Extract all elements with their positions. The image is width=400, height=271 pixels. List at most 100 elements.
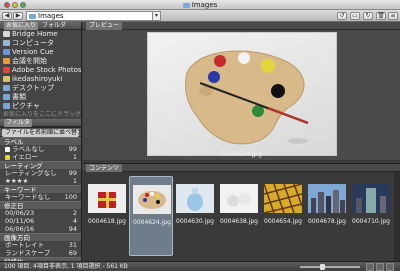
filter-row[interactable]: ポートレイト 31 — [0, 241, 81, 249]
thumbnail-caption: 0004678.jpg — [308, 218, 346, 225]
label-color-swatch — [5, 155, 10, 160]
home-icon — [3, 76, 10, 82]
bridge-icon — [3, 31, 10, 37]
favorite-label: デスクトップ — [12, 84, 54, 92]
preview-image — [147, 32, 337, 156]
filter-list: ラベル ラベルなし 99 イエロー 1 レーティング レーティングなし 99 ★★★★ 1 キーワー… — [0, 137, 81, 266]
thumbnail-caption: 0004618.jpg — [88, 218, 126, 225]
favorite-item[interactable]: Adobe Stock Photos — [0, 66, 81, 75]
filter-row[interactable]: イエロー 1 — [0, 153, 81, 161]
filter-label: レーティングなし — [5, 169, 57, 177]
filter-toolbar: ファイルを名前順に並べ替え — [0, 127, 81, 137]
content-panel: 0004618.jpg 0004624.jpg 0004630.jpg 0004638… — [83, 172, 400, 261]
favorite-label: Bridge Home — [12, 30, 58, 38]
filter-group-header[interactable]: ラベル — [0, 137, 81, 146]
filter-label: イエロー — [12, 153, 38, 161]
filter-group-header[interactable]: キーワード — [0, 185, 81, 194]
favorite-label: ピクチャ — [12, 102, 40, 110]
filter-row[interactable]: ランドスケープ 69 — [0, 249, 81, 257]
favorites-list: Bridge Home コンピュータ Version Cue 会議を開始 Adobe S… — [0, 30, 81, 111]
thumbnail-image — [133, 185, 171, 214]
thumbnail-item[interactable]: 0004624.jpg — [129, 176, 173, 256]
favorite-label: 書類 — [12, 93, 26, 101]
content-panel-header: コンテンツ — [83, 163, 400, 173]
view-filmstrip-button[interactable] — [376, 263, 384, 271]
filter-row[interactable]: ★★★★ 1 — [0, 177, 81, 185]
window-title-text: Images — [191, 1, 218, 9]
filter-count: 99 — [68, 169, 77, 177]
thumbnail-image — [88, 184, 126, 213]
filter-row[interactable]: 06/06/16 94 — [0, 225, 81, 233]
trash-button[interactable]: 🗑 — [376, 12, 386, 20]
sort-select[interactable]: ファイルを名前順に並べ替え — [2, 129, 79, 137]
desktop-icon — [3, 85, 10, 91]
thumbnail-caption: 0004638.jpg — [220, 218, 258, 225]
thumbnail-size-slider[interactable] — [300, 266, 360, 268]
rotate-left-button[interactable]: ↺ — [337, 12, 347, 20]
favorite-item[interactable]: 書類 — [0, 93, 81, 102]
filter-row[interactable]: 00/06/23 2 — [0, 209, 81, 217]
preview-panel-header: プレビュー — [83, 22, 400, 30]
status-text: 100 項目, 4項目非表示, 1 項目選択 - 561 KB — [4, 263, 128, 270]
new-folder-button[interactable]: ▭ — [350, 12, 360, 20]
thumbnail-item[interactable]: 0004638.jpg — [217, 176, 261, 256]
thumbnail-item[interactable]: 0004618.jpg — [85, 176, 129, 256]
filter-group-header[interactable]: レーティング — [0, 161, 81, 170]
tab-folders[interactable]: フォルダ — [40, 22, 68, 30]
thumbnail-image — [220, 184, 258, 213]
tab-favorites[interactable]: お気に入り — [4, 22, 39, 30]
content-scrollbar[interactable] — [394, 172, 400, 261]
filter-row[interactable]: レーティングなし 99 — [0, 169, 81, 177]
pictures-icon — [3, 103, 10, 109]
title-bar: Images — [0, 0, 400, 10]
favorite-label: 会議を開始 — [12, 57, 47, 65]
favorite-item[interactable]: ikedashiroyuki — [0, 75, 81, 84]
favorites-hint: お気に入りをここにドラッグ... — [3, 111, 81, 118]
thumbnail-image — [264, 184, 302, 213]
favorite-item[interactable]: Version Cue — [0, 48, 81, 57]
filter-group-header[interactable]: 修正日 — [0, 201, 81, 210]
folder-icon — [29, 14, 36, 19]
thumbnail-item[interactable]: 0004710.jpg — [349, 176, 393, 256]
status-bar: 100 項目, 4項目非表示, 1 項目選択 - 561 KB — [0, 261, 400, 271]
filter-count: 94 — [68, 225, 77, 233]
thumbnail-item[interactable]: 0004678.jpg — [305, 176, 349, 256]
filter-count: 100 — [64, 193, 77, 201]
filter-row[interactable]: ラベルなし 99 — [0, 145, 81, 153]
version-cue-icon — [3, 49, 10, 55]
thumbnail-image — [308, 184, 346, 213]
filter-count: 69 — [68, 249, 77, 257]
rotate-right-button[interactable]: ↻ — [363, 12, 373, 20]
filter-label: 00/11/06 — [5, 217, 35, 225]
path-dropdown-button[interactable]: ▾ — [152, 11, 161, 21]
favorites-tabs: お気に入り フォルダ — [0, 22, 81, 30]
menu-button[interactable]: ≡ — [388, 12, 398, 20]
tab-filter[interactable]: フィルタ — [4, 119, 32, 127]
path-menu[interactable]: Images — [26, 11, 154, 21]
thumbnail-item[interactable]: 0004630.jpg — [173, 176, 217, 256]
thumbnail-image — [352, 184, 390, 213]
favorite-item[interactable]: コンピュータ — [0, 39, 81, 48]
documents-icon — [3, 94, 10, 100]
forward-button[interactable]: ▶ — [13, 12, 23, 20]
preview-caption: 0004624.jpg — [220, 150, 263, 158]
favorite-item[interactable]: 会議を開始 — [0, 57, 81, 66]
back-button[interactable]: ◀ — [2, 12, 12, 20]
favorite-item[interactable]: デスクトップ — [0, 84, 81, 93]
view-thumbnails-button[interactable] — [366, 263, 374, 271]
filter-label: キーワードなし — [5, 193, 51, 201]
thumbnail-item[interactable]: 0004654.jpg — [261, 176, 305, 256]
filter-row[interactable]: キーワードなし 100 — [0, 193, 81, 201]
thumbnail-caption: 0004710.jpg — [352, 218, 390, 225]
thumbnail-size-slider-knob[interactable] — [320, 264, 325, 270]
favorite-label: ikedashiroyuki — [12, 75, 63, 83]
thumbnail-caption: 0004654.jpg — [264, 218, 302, 225]
favorite-item[interactable]: Bridge Home — [0, 30, 81, 39]
view-details-button[interactable] — [386, 263, 394, 271]
filter-group-header[interactable]: 画像方向 — [0, 233, 81, 242]
path-label: Images — [38, 12, 64, 20]
tab-preview[interactable]: プレビュー — [86, 22, 123, 30]
favorite-item[interactable]: ピクチャ — [0, 102, 81, 111]
filter-row[interactable]: 00/11/06 4 — [0, 217, 81, 225]
filter-count: 2 — [72, 209, 77, 217]
